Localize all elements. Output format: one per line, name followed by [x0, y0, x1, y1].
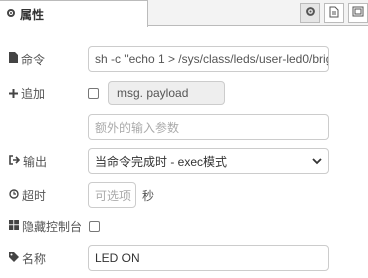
- clock-icon: [9, 188, 19, 202]
- tab-icon-group: [300, 3, 368, 23]
- windows-icon: [9, 219, 19, 233]
- extra-args-input[interactable]: 额外的输入参数: [88, 114, 329, 140]
- appearance-tab-button[interactable]: [348, 3, 368, 23]
- layout-icon: [352, 6, 364, 20]
- output-row: 输出 当命令完成时 - exec模式: [0, 148, 368, 174]
- timeout-input[interactable]: 可选项: [88, 182, 136, 208]
- payload-pill: msg. payload: [108, 81, 225, 105]
- tag-icon: [9, 251, 19, 265]
- file-icon: [9, 52, 18, 66]
- command-label-group: 命令: [0, 51, 88, 68]
- output-label-group: 输出: [0, 153, 88, 170]
- timeout-unit: 秒: [142, 188, 155, 203]
- extra-args-row: 额外的输入参数: [0, 114, 368, 140]
- timeout-row: 超时 可选项 秒: [0, 182, 368, 208]
- document-icon: [329, 6, 339, 21]
- hide-console-checkbox[interactable]: [89, 220, 101, 232]
- gear-icon: [6, 7, 16, 21]
- description-tab-button[interactable]: [324, 3, 344, 23]
- command-label: 命令: [21, 52, 46, 67]
- hide-console-row: 隐藏控制台: [0, 216, 368, 236]
- hide-console-label: 隐藏控制台: [22, 219, 83, 234]
- name-input[interactable]: LED ON: [88, 245, 329, 271]
- gear-icon: [305, 6, 316, 20]
- timeout-label: 超时: [22, 188, 47, 203]
- name-row: 名称 LED ON: [0, 245, 368, 271]
- name-label: 名称: [22, 251, 47, 266]
- command-input[interactable]: sh -c "echo 1 > /sys/class/leds/user-led…: [88, 46, 329, 72]
- tab-properties[interactable]: 属性: [0, 0, 148, 27]
- extra-args-placeholder: 额外的输入参数: [95, 120, 180, 135]
- output-label: 输出: [23, 154, 48, 169]
- append-label-group: 追加: [0, 80, 88, 102]
- append-label: 追加: [21, 87, 46, 101]
- name-label-group: 名称: [0, 250, 88, 267]
- output-mode-select[interactable]: 当命令完成时 - exec模式: [88, 148, 329, 174]
- command-row: 命令 sh -c "echo 1 > /sys/class/leds/user-…: [0, 46, 368, 72]
- settings-tab-button[interactable]: [300, 3, 320, 23]
- hide-console-label-group: 隐藏控制台: [0, 218, 82, 235]
- tab-properties-label: 属性: [20, 7, 45, 22]
- output-mode-value: 当命令完成时 - exec模式: [95, 154, 228, 169]
- sign-out-icon: [9, 154, 21, 168]
- timeout-placeholder: 可选项: [95, 188, 132, 203]
- append-row: 追加 msg. payload: [0, 80, 368, 106]
- node-edit-panel: 属性 命令 sh -c "echo 1 > /sys/class/leds/us…: [0, 0, 368, 278]
- chevron-down-icon: [312, 154, 322, 168]
- tab-bar: 属性: [0, 0, 368, 27]
- plus-icon: [9, 87, 18, 101]
- timeout-label-group: 超时: [0, 187, 88, 204]
- append-payload-checkbox[interactable]: [88, 87, 99, 99]
